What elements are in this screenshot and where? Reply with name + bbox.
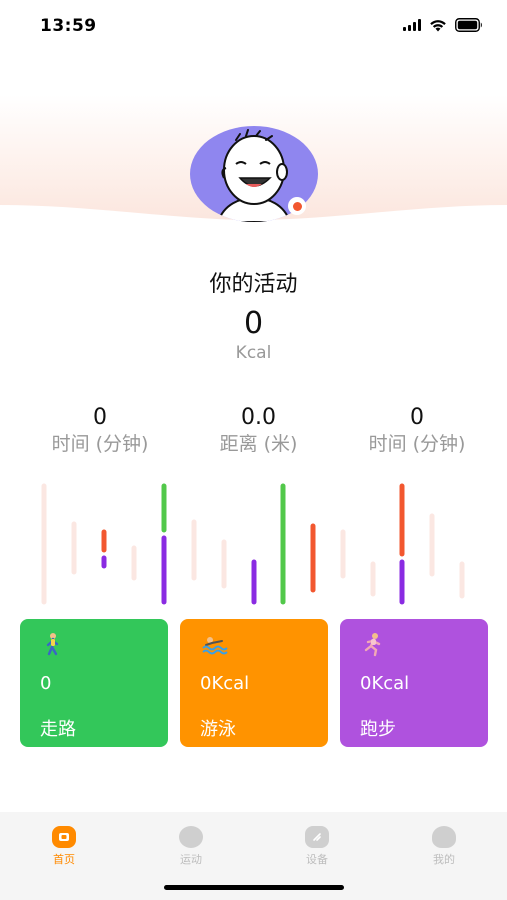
run-value: 0Kcal (360, 673, 410, 694)
tab-home-label: 首页 (53, 853, 75, 866)
tab-activity[interactable]: 运动 (151, 826, 231, 867)
stat-label: 时间 (分钟) (368, 433, 466, 455)
stat-label: 距离 (米) (219, 433, 298, 455)
page-title: 你的活动 (209, 272, 298, 297)
profile-icon (432, 826, 456, 848)
stats-row: 0 时间 (分钟) 0.0 距离 (米) 0 时间 (分钟) (0, 404, 507, 458)
wifi-icon (429, 19, 447, 32)
activity-cards: 0 走路 0Kcal 游泳 0Kcal 跑步 (20, 619, 488, 747)
tab-device-label: 设备 (306, 853, 328, 866)
stat-value: 0 (93, 405, 107, 430)
tab-activity-label: 运动 (180, 853, 202, 866)
status-time: 13:59 (40, 16, 97, 36)
battery-icon (455, 18, 483, 32)
run-card[interactable]: 0Kcal 跑步 (340, 619, 488, 747)
calories-value: 0 (243, 306, 264, 341)
home-icon (52, 826, 76, 848)
walk-value: 0 (40, 673, 52, 694)
stat-run-time: 0 时间 (分钟) (347, 404, 487, 458)
running-person-icon (364, 633, 381, 657)
stat-value: 0 (410, 405, 424, 430)
activity-icon (179, 826, 203, 848)
cellular-signal-icon (403, 19, 421, 31)
calories-unit: Kcal (235, 343, 272, 363)
status-bar: 13:59 (0, 0, 507, 54)
swim-value: 0Kcal (200, 673, 250, 694)
swim-label: 游泳 (200, 719, 236, 740)
status-badge (288, 197, 306, 215)
walking-person-icon (46, 633, 59, 656)
swimmer-icon (202, 637, 228, 655)
tab-profile-label: 我的 (433, 853, 455, 866)
home-indicator (164, 885, 344, 890)
status-dot-icon (292, 201, 302, 211)
swim-card[interactable]: 0Kcal 游泳 (180, 619, 328, 747)
walk-card[interactable]: 0 走路 (20, 619, 168, 747)
tab-home[interactable]: 首页 (24, 826, 104, 867)
stat-label: 时间 (分钟) (51, 433, 149, 455)
device-icon (305, 826, 329, 848)
run-label: 跑步 (360, 719, 396, 740)
tab-bar: 首页 运动 设备 我的 (0, 812, 507, 900)
stat-walk-time: 0 时间 (分钟) (30, 404, 170, 458)
tab-profile[interactable]: 我的 (404, 826, 484, 867)
tab-device[interactable]: 设备 (277, 826, 357, 867)
walk-label: 走路 (40, 719, 76, 740)
activity-bars-graphic (41, 483, 465, 605)
stat-value: 0.0 (241, 405, 276, 430)
stat-distance: 0.0 距离 (米) (189, 404, 329, 458)
status-icons (403, 18, 483, 32)
